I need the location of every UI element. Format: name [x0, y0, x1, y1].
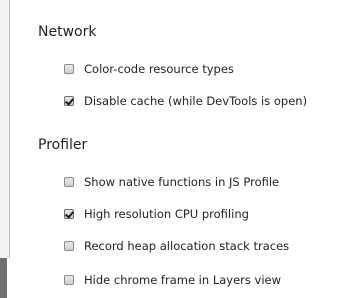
checkbox-record-heap-allocation[interactable] — [64, 241, 74, 251]
option-label: Record heap allocation stack traces — [84, 239, 290, 253]
section-title-network: Network — [38, 24, 97, 40]
section-title-profiler: Profiler — [38, 137, 88, 153]
checkbox-high-resolution-cpu-profiling[interactable] — [64, 209, 74, 219]
checkbox-hide-chrome-frame[interactable] — [64, 275, 74, 285]
option-label: Color-code resource types — [84, 62, 234, 76]
settings-panel: Network Color-code resource types Disabl… — [10, 0, 341, 298]
option-label: High resolution CPU profiling — [84, 207, 249, 221]
left-sidebar-edge — [0, 0, 10, 258]
checkbox-show-native-functions[interactable] — [64, 177, 74, 187]
option-high-resolution-cpu-profiling[interactable]: High resolution CPU profiling — [64, 205, 249, 223]
option-label: Disable cache (while DevTools is open) — [84, 94, 308, 108]
option-show-native-functions[interactable]: Show native functions in JS Profile — [64, 173, 279, 191]
left-dark-stub — [0, 258, 7, 298]
option-label: Hide chrome frame in Layers view — [84, 273, 282, 287]
option-color-code-resource-types[interactable]: Color-code resource types — [64, 60, 234, 78]
option-label: Show native functions in JS Profile — [84, 175, 280, 189]
settings-window: Network Color-code resource types Disabl… — [0, 0, 341, 298]
option-disable-cache[interactable]: Disable cache (while DevTools is open) — [64, 92, 307, 110]
option-hide-chrome-frame[interactable]: Hide chrome frame in Layers view — [64, 271, 281, 289]
checkbox-color-code-resource-types[interactable] — [64, 64, 74, 74]
option-record-heap-allocation[interactable]: Record heap allocation stack traces — [64, 237, 289, 255]
checkbox-disable-cache[interactable] — [64, 96, 74, 106]
